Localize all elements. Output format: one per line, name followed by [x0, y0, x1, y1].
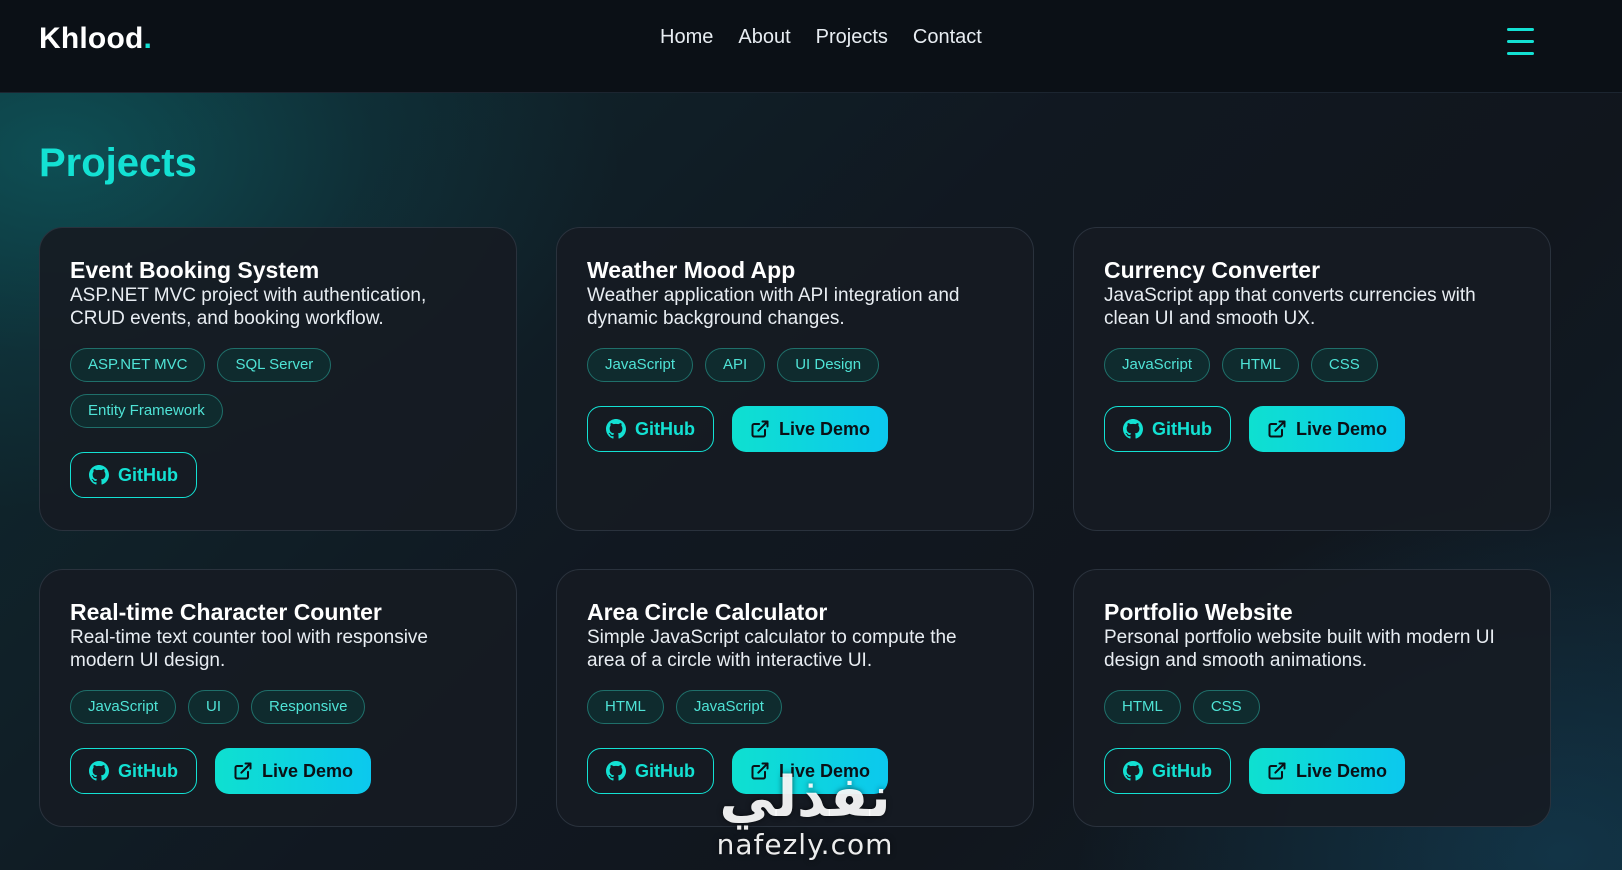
tech-tag: HTML — [1104, 690, 1181, 724]
live-demo-button[interactable]: Live Demo — [1249, 406, 1405, 452]
github-icon — [606, 761, 626, 781]
tech-tag: Responsive — [251, 690, 366, 724]
navbar: Khlood. Home About Projects Contact — [0, 0, 1622, 93]
github-button-label: GitHub — [118, 464, 178, 485]
project-title: Real-time Character Counter — [70, 599, 382, 625]
project-description: JavaScript app that converts currencies … — [1104, 285, 1476, 329]
project-title: Area Circle Calculator — [587, 599, 828, 625]
external-link-icon — [750, 419, 770, 439]
project-actions: GitHub — [70, 452, 486, 498]
live-demo-button[interactable]: Live Demo — [732, 406, 888, 452]
tech-tag: JavaScript — [1104, 348, 1211, 382]
tech-tags: HTML JavaScript — [587, 690, 907, 724]
nav-link-contact[interactable]: Contact — [913, 26, 982, 49]
project-title: Currency Converter — [1104, 257, 1321, 283]
live-demo-button-label: Live Demo — [778, 760, 871, 781]
project-actions: GitHub Live Demo — [587, 406, 1003, 452]
external-link-icon — [1267, 419, 1287, 439]
live-demo-button[interactable]: Live Demo — [732, 748, 888, 794]
project-title: Portfolio Website — [1104, 599, 1293, 625]
live-demo-button[interactable]: Live Demo — [215, 748, 371, 794]
github-button-label: GitHub — [1152, 418, 1212, 439]
github-button[interactable]: GitHub — [70, 452, 197, 498]
tech-tag: UI — [188, 690, 240, 724]
project-actions: GitHub Live Demo — [1104, 406, 1520, 452]
hamburger-menu-icon[interactable] — [1507, 27, 1535, 55]
live-demo-button-label: Live Demo — [1295, 760, 1388, 781]
project-description: Real-time text counter tool with respons… — [70, 627, 428, 671]
brand-name: Khlood — [39, 22, 144, 55]
project-description: Simple JavaScript calculator to compute … — [587, 627, 957, 671]
live-demo-button[interactable]: Live Demo — [1249, 748, 1405, 794]
project-actions: GitHub Live Demo — [70, 748, 486, 794]
tech-tag: JavaScript — [675, 690, 782, 724]
github-icon — [1123, 419, 1143, 439]
github-button[interactable]: GitHub — [587, 748, 714, 794]
project-card: Currency Converter JavaScript app that c… — [1073, 227, 1551, 531]
tech-tags: JavaScript UI Responsive — [70, 690, 390, 724]
github-button-label: GitHub — [635, 760, 695, 781]
external-link-icon — [1267, 761, 1287, 781]
github-button-label: GitHub — [1152, 760, 1212, 781]
projects-grid: Event Booking System ASP.NET MVC project… — [39, 227, 1551, 827]
section-title: Projects — [39, 141, 197, 185]
project-title: Event Booking System — [70, 257, 320, 283]
project-card: Portfolio Website Personal portfolio web… — [1073, 569, 1551, 827]
github-icon — [1123, 761, 1143, 781]
live-demo-button-label: Live Demo — [261, 760, 354, 781]
tech-tag: SQL Server — [217, 348, 332, 382]
brand-dot: . — [143, 22, 153, 55]
tech-tag: Entity Framework — [70, 394, 223, 428]
nav-link-about[interactable]: About — [738, 26, 790, 49]
github-icon — [89, 761, 109, 781]
nav-links: Home About Projects Contact — [660, 26, 982, 49]
tech-tag: HTML — [587, 690, 664, 724]
tech-tag: JavaScript — [587, 348, 694, 382]
tech-tags: JavaScript API UI Design — [587, 348, 907, 382]
external-link-icon — [750, 761, 770, 781]
project-card: Event Booking System ASP.NET MVC project… — [39, 227, 517, 531]
github-button[interactable]: GitHub — [1104, 748, 1231, 794]
github-button-label: GitHub — [118, 760, 178, 781]
live-demo-button-label: Live Demo — [778, 418, 871, 439]
tech-tag: CSS — [1192, 690, 1260, 724]
tech-tag: ASP.NET MVC — [70, 348, 206, 382]
github-icon — [606, 419, 626, 439]
nav-link-projects[interactable]: Projects — [816, 26, 888, 49]
github-button[interactable]: GitHub — [587, 406, 714, 452]
project-title: Weather Mood App — [587, 257, 796, 283]
tech-tag: UI Design — [777, 348, 880, 382]
tech-tag: API — [705, 348, 766, 382]
project-actions: GitHub Live Demo — [1104, 748, 1520, 794]
tech-tag: JavaScript — [70, 690, 177, 724]
tech-tag: CSS — [1310, 348, 1378, 382]
github-icon — [89, 465, 109, 485]
project-actions: GitHub Live Demo — [587, 748, 1003, 794]
github-button-label: GitHub — [635, 418, 695, 439]
external-link-icon — [233, 761, 253, 781]
project-card: Real-time Character Counter Real-time te… — [39, 569, 517, 827]
tech-tag: HTML — [1222, 348, 1299, 382]
brand-logo[interactable]: Khlood. — [39, 22, 152, 56]
tech-tags: HTML CSS — [1104, 690, 1424, 724]
project-description: Weather application with API integration… — [587, 285, 960, 329]
projects-section: Projects Event Booking System ASP.NET MV… — [0, 93, 1622, 870]
github-button[interactable]: GitHub — [1104, 406, 1231, 452]
project-description: ASP.NET MVC project with authentication,… — [70, 285, 427, 329]
nav-link-home[interactable]: Home — [660, 26, 713, 49]
github-button[interactable]: GitHub — [70, 748, 197, 794]
project-card: Area Circle Calculator Simple JavaScript… — [556, 569, 1034, 827]
live-demo-button-label: Live Demo — [1295, 418, 1388, 439]
project-description: Personal portfolio website built with mo… — [1104, 627, 1495, 671]
tech-tags: ASP.NET MVC SQL Server Entity Framework — [70, 348, 390, 428]
tech-tags: JavaScript HTML CSS — [1104, 348, 1424, 382]
project-card: Weather Mood App Weather application wit… — [556, 227, 1034, 531]
